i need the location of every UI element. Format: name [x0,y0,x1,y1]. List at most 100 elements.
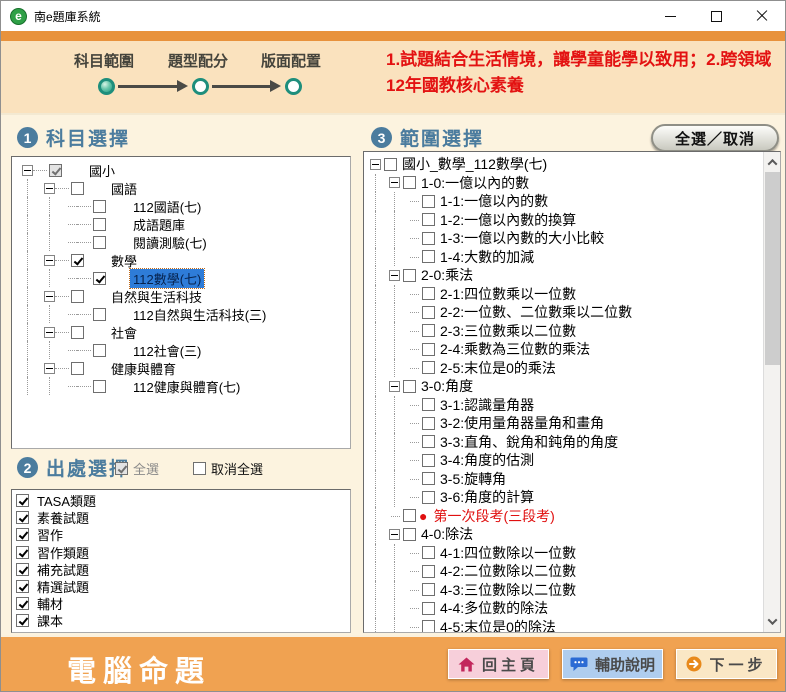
tree-row[interactable]: 3-1:認識量角器 [364,396,763,415]
tree-checkbox[interactable] [403,528,416,541]
step-circle-3[interactable] [285,78,302,95]
source-item-checkbox[interactable] [16,580,29,593]
deselect-all-checkbox-group[interactable]: 取消全選 [193,459,263,478]
tree-row[interactable]: 2-3:三位數乘以二位數 [364,322,763,341]
tree-row[interactable]: 4-3:三位數除以二位數 [364,581,763,600]
tree-checkbox[interactable] [71,326,84,339]
tree-row[interactable]: 1-3:一億以內數的大小比較 [364,229,763,248]
select-all-toggle-button[interactable]: 全選／取消 [651,124,779,152]
tree-item-label[interactable]: 2-4:乘數為三位數的乘法 [437,339,593,359]
tree-item-label[interactable]: 2-2:一位數、二位數乘以二位數 [437,302,635,322]
vertical-scrollbar[interactable] [763,152,780,632]
tree-row[interactable]: 2-0:乘法 [364,266,763,285]
tree-row[interactable]: 成語題庫 [12,215,350,233]
scrollbar-thumb[interactable] [765,172,780,365]
tree-row[interactable]: 1-2:一億以內數的換算 [364,211,763,230]
tree-row[interactable]: 4-0:除法 [364,525,763,544]
deselect-all-checkbox[interactable] [193,462,206,475]
expand-toggle-icon[interactable] [44,291,55,302]
tree-checkbox[interactable] [93,272,106,285]
tree-checkbox[interactable] [422,324,435,337]
tree-row[interactable]: 3-6:角度的計算 [364,488,763,507]
tree-row[interactable]: 112健康與體育(七) [12,377,350,395]
source-list-item[interactable]: 課本 [12,612,350,629]
tree-row[interactable]: 1-1:一億以內的數 [364,192,763,211]
expand-toggle-icon[interactable] [44,363,55,374]
tree-item-label[interactable]: 2-1:四位數乘以一位數 [437,284,579,304]
tree-item-label[interactable]: 健康與體育 [108,359,179,378]
source-list-item[interactable]: 輔材 [12,595,350,612]
home-button[interactable]: 回主頁 [448,649,549,679]
scroll-down-button[interactable] [764,613,781,630]
tree-item-label[interactable]: 成語題庫 [130,215,188,234]
tree-row[interactable]: 112數學(七) [12,269,350,287]
expand-toggle-icon[interactable] [44,327,55,338]
tree-item-label[interactable]: 3-3:直角、銳角和鈍角的角度 [437,432,621,452]
tree-checkbox[interactable] [49,164,62,177]
tree-checkbox[interactable] [422,583,435,596]
expand-toggle-icon[interactable] [389,381,400,392]
source-item-checkbox[interactable] [16,528,29,541]
close-button[interactable] [739,1,785,31]
tree-checkbox[interactable] [422,546,435,559]
tree-item-label[interactable]: 112國語(七) [130,197,204,216]
source-list-item[interactable]: 習作類題 [12,544,350,561]
tree-checkbox[interactable] [71,290,84,303]
maximize-button[interactable] [693,1,739,31]
tree-checkbox[interactable] [384,158,397,171]
tree-row[interactable]: 國小_數學_112數學(七) [364,155,763,174]
expand-toggle-icon[interactable] [44,183,55,194]
tree-item-label[interactable]: 1-1:一億以內的數 [437,191,551,211]
tree-row[interactable]: 2-2:一位數、二位數乘以二位數 [364,303,763,322]
source-item-checkbox[interactable] [16,494,29,507]
tree-item-label[interactable]: 自然與生活科技 [108,287,205,306]
tree-item-label[interactable]: 2-3:三位數乘以二位數 [437,321,579,341]
step-circle-1-active[interactable] [98,78,115,95]
source-list-item[interactable]: 素養試題 [12,509,350,526]
tree-row[interactable]: 3-0:角度 [364,377,763,396]
select-all-checkbox-group[interactable]: 全選 [115,459,159,478]
tree-item-label[interactable]: 國語 [108,179,140,198]
tree-checkbox[interactable] [422,491,435,504]
tree-checkbox[interactable] [422,343,435,356]
tree-row[interactable]: 3-2:使用量角器量角和畫角 [364,414,763,433]
expand-toggle-icon[interactable] [389,529,400,540]
source-list-item[interactable]: 習作 [12,526,350,543]
tree-row[interactable]: 3-5:旋轉角 [364,470,763,489]
tree-item-label[interactable]: 4-1:四位數除以一位數 [437,543,579,563]
tree-item-label[interactable]: 3-6:角度的計算 [437,487,537,507]
tree-checkbox[interactable] [422,306,435,319]
tree-checkbox[interactable] [71,254,84,267]
scroll-up-button[interactable] [764,154,781,171]
tree-row[interactable]: 4-5:末位是0的除法 [364,618,763,633]
tree-checkbox[interactable] [422,398,435,411]
source-list-item[interactable]: TASA類題 [12,492,350,509]
step-circle-2[interactable] [192,78,209,95]
tree-item-label[interactable]: 4-2:二位數除以二位數 [437,561,579,581]
tree-item-label[interactable]: 1-2:一億以內數的換算 [437,210,579,230]
tree-row[interactable]: 數學 [12,251,350,269]
tree-row[interactable]: 2-5:末位是0的乘法 [364,359,763,378]
tree-checkbox[interactable] [422,417,435,430]
tree-item-label[interactable]: 1-0:一億以內的數 [418,173,532,193]
source-list-item[interactable]: 補充試題 [12,561,350,578]
tree-row[interactable]: 2-1:四位數乘以一位數 [364,285,763,304]
tree-row[interactable]: 3-3:直角、銳角和鈍角的角度 [364,433,763,452]
select-all-checkbox[interactable] [115,462,128,475]
tree-checkbox[interactable] [93,308,106,321]
minimize-button[interactable] [647,1,693,31]
expand-toggle-icon[interactable] [44,255,55,266]
tree-item-label[interactable]: 112自然與生活科技(三) [130,305,269,324]
source-list-item[interactable]: 精選試題 [12,578,350,595]
tree-row[interactable]: 2-4:乘數為三位數的乘法 [364,340,763,359]
tree-item-label[interactable]: 4-4:多位數的除法 [437,598,551,618]
tree-row[interactable]: 4-1:四位數除以一位數 [364,544,763,563]
source-item-checkbox[interactable] [16,546,29,559]
tree-row[interactable]: 1-4:大數的加減 [364,248,763,267]
tree-checkbox[interactable] [93,218,106,231]
tree-item-label[interactable]: 4-5:末位是0的除法 [437,617,559,632]
tree-item-label[interactable]: 3-0:角度 [418,376,476,396]
tree-item-label[interactable]: 112數學(七) [130,269,204,288]
tree-item-label[interactable]: 1-3:一億以內數的大小比較 [437,228,607,248]
tree-checkbox[interactable] [422,565,435,578]
